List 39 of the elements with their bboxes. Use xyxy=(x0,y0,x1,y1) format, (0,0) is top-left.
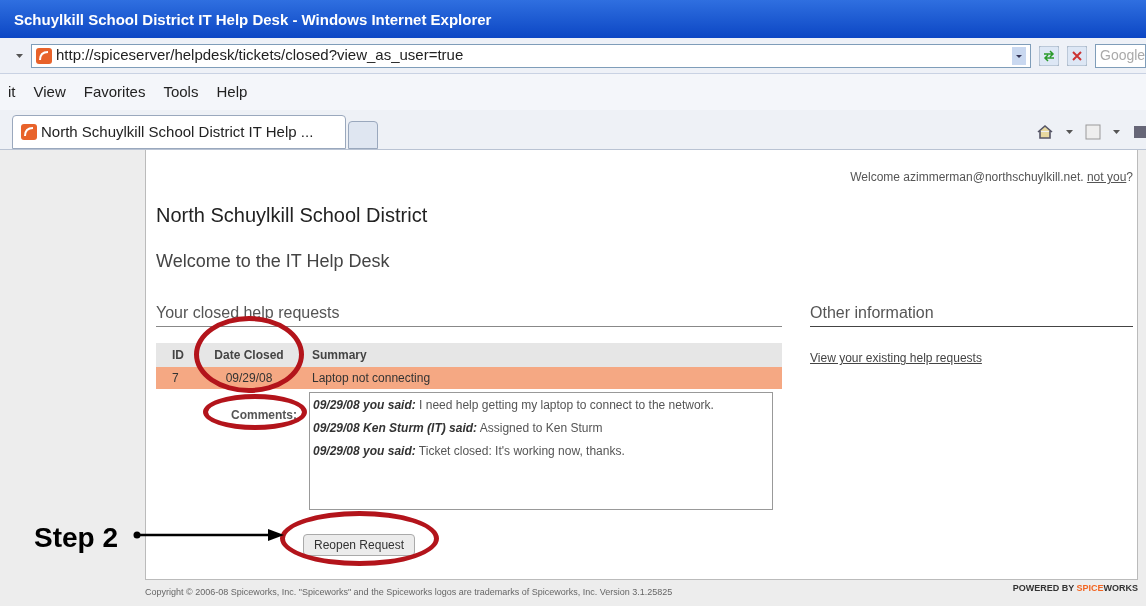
table-row[interactable]: 7 09/29/08 Laptop not connecting xyxy=(156,367,782,389)
comments-label: Comments: xyxy=(231,408,297,422)
column-header: Date Closed xyxy=(213,347,285,364)
comment-text: 09/29/08 you said: I need help getting my laptop to connect to the network. xyxy=(313,397,715,414)
page-icon xyxy=(36,47,52,64)
dropdown-caret-icon[interactable] xyxy=(1113,130,1120,134)
copyright-text: Copyright © 2006-08 Spiceworks, Inc. "Spiceworks" and the Spiceworks logos are trademarks of Spiceworks, Inc. Version 3.1.25825 xyxy=(145,586,673,599)
spiceworks-logo: POWERED BY SPICEWORKS xyxy=(1012,582,1138,595)
question-mark: ? xyxy=(1126,169,1133,186)
column-header: ID xyxy=(171,347,185,364)
step-label: Step 2 xyxy=(34,521,119,555)
window-title: Schuylkill School District IT Help Desk - Windows Internet Explorer xyxy=(14,9,492,30)
page-heading: Welcome to the IT Help Desk xyxy=(156,250,391,273)
browser-tab[interactable]: North Schuylkill School District IT Help ... xyxy=(12,115,346,149)
section-heading: Other information xyxy=(810,301,1133,327)
organization-name: North Schuylkill School District xyxy=(156,203,429,228)
address-field[interactable]: http://spiceserver/helpdesk/tickets/closed?view_as_user=true xyxy=(31,43,1031,68)
dropdown-caret-icon[interactable] xyxy=(16,53,23,58)
reopen-request-button[interactable]: Reopen Request xyxy=(303,534,416,556)
refresh-icon[interactable] xyxy=(1039,45,1059,66)
menu-item[interactable]: Tools xyxy=(163,80,199,104)
welcome-text: Welcome azimmerman@northschuylkill.net. xyxy=(850,169,1085,186)
dropdown-caret-icon[interactable] xyxy=(1066,130,1073,134)
menu-item[interactable]: View xyxy=(33,80,66,104)
help-requests-link[interactable]: View your existing help requests xyxy=(810,349,1133,367)
menu-item[interactable]: Favorites xyxy=(83,80,146,104)
comment-text: 09/29/08 you said: Ticket closed: It's working now, thanks. xyxy=(313,443,626,460)
table-cell-text: 7 xyxy=(171,370,180,387)
home-icon[interactable] xyxy=(1036,123,1054,141)
not-you-link[interactable]: not you xyxy=(1086,168,1127,186)
column-header: Summary xyxy=(311,347,368,364)
comment-text: 09/29/08 Ken Sturm (IT) said: Assigned to Ken Sturm xyxy=(313,420,604,437)
menu-item[interactable]: it xyxy=(8,80,16,104)
table-cell-text: Laptop not connecting xyxy=(311,370,432,387)
page-icon xyxy=(21,124,37,140)
close-icon[interactable] xyxy=(1067,45,1087,66)
dropdown-icon[interactable] xyxy=(1012,46,1026,65)
menu-item[interactable]: Help xyxy=(216,80,248,104)
table-cell-text: 09/29/08 xyxy=(224,370,274,387)
